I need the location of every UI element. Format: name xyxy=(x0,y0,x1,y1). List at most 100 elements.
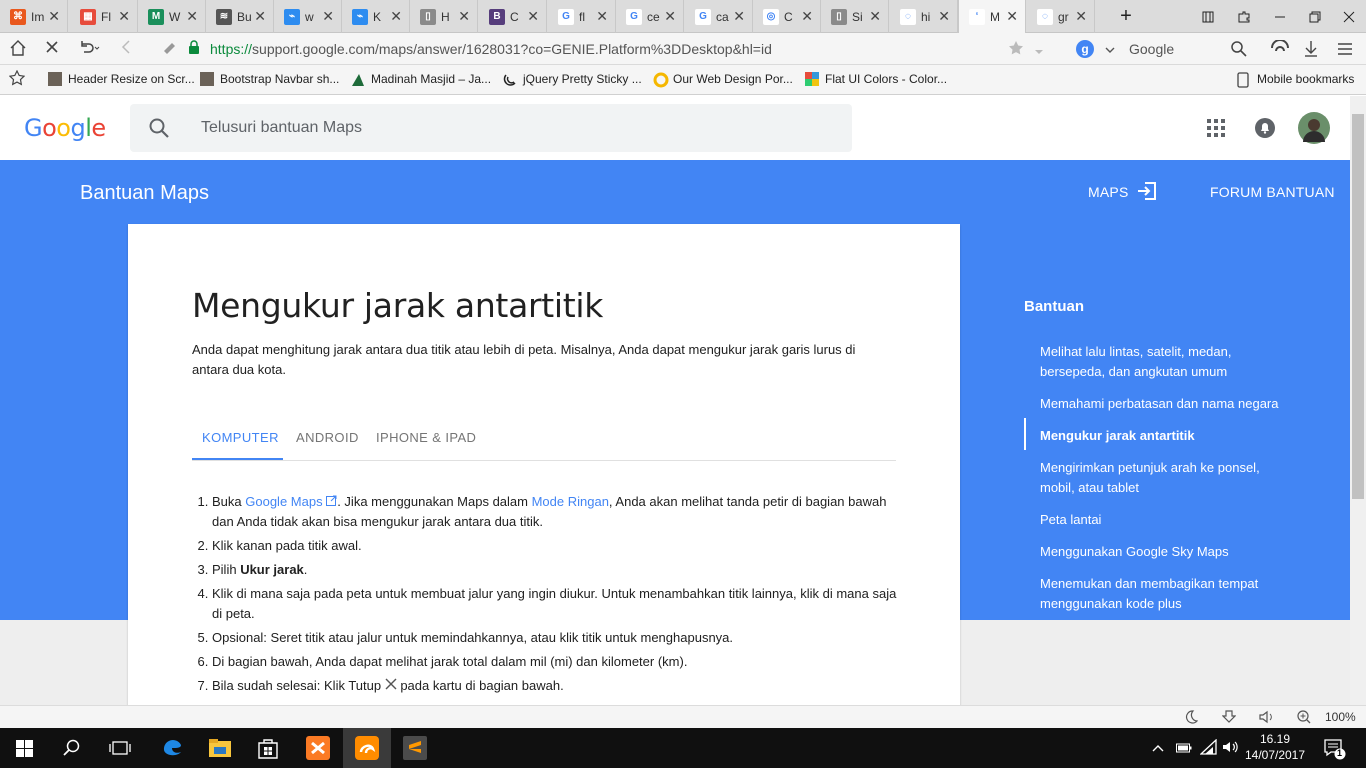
tab-android[interactable]: ANDROID xyxy=(296,430,359,445)
speaker-icon[interactable] xyxy=(1222,740,1240,759)
browser-tab[interactable]: Gfl ✕ xyxy=(548,0,616,33)
page-scrollbar[interactable] xyxy=(1350,96,1366,705)
volume-icon[interactable] xyxy=(1259,710,1277,729)
zoom-level[interactable]: 100% xyxy=(1325,710,1356,724)
apps-grid-icon[interactable] xyxy=(1207,119,1225,142)
lite-mode-link[interactable]: Mode Ringan xyxy=(532,494,609,509)
close-tab-icon[interactable]: ✕ xyxy=(527,8,539,25)
uc-browser-icon[interactable] xyxy=(343,728,391,768)
browser-tab[interactable]: ▦ Fl ✕ xyxy=(70,0,138,33)
browser-tab[interactable]: B C ✕ xyxy=(479,0,547,33)
browser-tab[interactable]: M W ✕ xyxy=(138,0,206,33)
show-hidden-icons-icon[interactable] xyxy=(1152,741,1164,759)
sidebar-item-borders[interactable]: Memahami perbatasan dan nama negara xyxy=(1040,394,1290,414)
search-engine-dropdown-icon[interactable] xyxy=(1104,41,1116,61)
browser-tab[interactable]: ◌ hi ✕ xyxy=(890,0,958,33)
close-tab-icon[interactable]: ✕ xyxy=(664,8,676,25)
sidebar-toggle-icon[interactable] xyxy=(1190,0,1225,33)
new-tab-button[interactable]: + xyxy=(1111,0,1141,33)
home-icon[interactable] xyxy=(9,39,27,62)
help-search-field[interactable]: Telusuri bantuan Maps xyxy=(130,104,852,152)
xampp-icon[interactable] xyxy=(294,728,342,768)
sublime-text-icon[interactable] xyxy=(391,728,439,768)
night-mode-icon[interactable] xyxy=(1184,710,1199,729)
sidebar-item-measure-distance[interactable]: Mengukur jarak antartitik xyxy=(1040,426,1290,446)
store-icon[interactable] xyxy=(244,728,292,768)
minimize-button[interactable] xyxy=(1262,0,1297,33)
secure-lock-icon[interactable] xyxy=(162,39,206,62)
help-center-title[interactable]: Bantuan Maps xyxy=(80,182,209,205)
browser-tab[interactable]: ▯ Si ✕ xyxy=(821,0,889,33)
close-tab-icon[interactable]: ✕ xyxy=(869,8,881,25)
edge-icon[interactable] xyxy=(148,728,196,768)
notifications-bell-icon[interactable] xyxy=(1255,118,1275,143)
extensions-icon[interactable] xyxy=(1226,0,1261,33)
search-engine-google-icon[interactable]: g xyxy=(1076,40,1094,63)
sidebar-item-indoor-maps[interactable]: Peta lantai xyxy=(1040,510,1290,530)
browser-tab[interactable]: ▯ H ✕ xyxy=(410,0,478,33)
mobile-bookmarks[interactable]: Mobile bookmarks xyxy=(1237,72,1354,88)
browser-tab[interactable]: ◎ C ✕ xyxy=(753,0,821,33)
avatar[interactable] xyxy=(1298,112,1330,149)
forum-link[interactable]: FORUM BANTUAN xyxy=(1210,184,1335,200)
file-explorer-icon[interactable] xyxy=(196,728,244,768)
close-tab-icon[interactable]: ✕ xyxy=(1075,8,1087,25)
google-logo[interactable]: Google xyxy=(24,114,106,142)
undo-close-tab-icon[interactable] xyxy=(78,39,102,60)
close-tab-icon[interactable]: ✕ xyxy=(938,8,950,25)
url-field[interactable]: https://support.google.com/maps/answer/1… xyxy=(210,41,772,57)
download-icon[interactable] xyxy=(1303,40,1319,63)
close-tab-icon[interactable]: ✕ xyxy=(118,8,130,25)
close-tab-icon[interactable]: ✕ xyxy=(1006,8,1018,25)
bookmark-item[interactable]: Flat UI Colors - Color... xyxy=(805,72,947,86)
restore-button[interactable] xyxy=(1297,0,1332,33)
close-tab-icon[interactable]: ✕ xyxy=(48,8,60,25)
close-tab-icon[interactable]: ✕ xyxy=(322,8,334,25)
back-icon[interactable] xyxy=(120,39,132,60)
action-center-icon[interactable] xyxy=(1324,738,1346,765)
browser-tab[interactable]: ‘M ✕ xyxy=(958,0,1026,33)
start-button[interactable] xyxy=(0,728,48,768)
download-manager-icon[interactable] xyxy=(1221,710,1237,729)
speed-dial-icon[interactable] xyxy=(1270,39,1290,61)
bookmark-item[interactable]: Bootstrap Navbar sh... xyxy=(200,72,339,86)
sidebar-item-sky-maps[interactable]: Menggunakan Google Sky Maps xyxy=(1040,542,1290,562)
close-tab-icon[interactable]: ✕ xyxy=(254,8,266,25)
stop-icon[interactable] xyxy=(44,39,60,60)
system-clock[interactable]: 16.19 14/07/2017 xyxy=(1240,731,1310,763)
battery-icon[interactable] xyxy=(1176,741,1192,759)
close-tab-icon[interactable]: ✕ xyxy=(390,8,402,25)
close-tab-icon[interactable]: ✕ xyxy=(458,8,470,25)
bookmark-item[interactable]: Our Web Design Por... xyxy=(653,72,793,88)
google-maps-link[interactable]: Google Maps xyxy=(245,494,322,509)
scrollbar-thumb[interactable] xyxy=(1352,114,1364,499)
task-view-icon[interactable] xyxy=(96,728,144,768)
browser-tab[interactable]: Gce ✕ xyxy=(616,0,684,33)
close-tab-icon[interactable]: ✕ xyxy=(733,8,745,25)
bookmark-item[interactable]: jQuery Pretty Sticky ... xyxy=(503,72,642,86)
close-window-button[interactable] xyxy=(1331,0,1366,33)
menu-icon[interactable] xyxy=(1337,41,1353,61)
close-tab-icon[interactable]: ✕ xyxy=(801,8,813,25)
sidebar-item-plus-codes[interactable]: Menemukan dan membagikan tempat mengguna… xyxy=(1040,574,1290,614)
close-tab-icon[interactable]: ✕ xyxy=(596,8,608,25)
browser-tab[interactable]: ◌ gr ✕ xyxy=(1027,0,1095,33)
browser-tab[interactable]: ⌘ Im ✕ xyxy=(0,0,68,33)
bookmarks-star-icon[interactable] xyxy=(8,69,26,91)
browser-tab[interactable]: ≋ Bu ✕ xyxy=(206,0,274,33)
maps-link[interactable]: MAPS xyxy=(1088,184,1128,200)
browser-tab[interactable]: Gca ✕ xyxy=(685,0,753,33)
sidebar-item-send-directions[interactable]: Mengirimkan petunjuk arah ke ponsel, mob… xyxy=(1040,458,1290,498)
sidebar-item-traffic[interactable]: Melihat lalu lintas, satelit, medan, ber… xyxy=(1040,342,1290,382)
browser-tab[interactable]: ⌁ w ✕ xyxy=(274,0,342,33)
open-external-icon[interactable] xyxy=(1137,181,1157,206)
zoom-icon[interactable] xyxy=(1297,710,1311,729)
browser-tab[interactable]: ⌁ K ✕ xyxy=(342,0,410,33)
search-engine-box[interactable]: Google xyxy=(1129,41,1174,57)
bookmark-item[interactable]: Madinah Masjid – Ja... xyxy=(351,72,491,86)
close-tab-icon[interactable]: ✕ xyxy=(186,8,198,25)
tab-komputer[interactable]: KOMPUTER xyxy=(202,430,279,445)
wifi-icon[interactable] xyxy=(1199,738,1218,760)
search-icon[interactable] xyxy=(48,728,96,768)
search-icon[interactable] xyxy=(1230,40,1248,63)
